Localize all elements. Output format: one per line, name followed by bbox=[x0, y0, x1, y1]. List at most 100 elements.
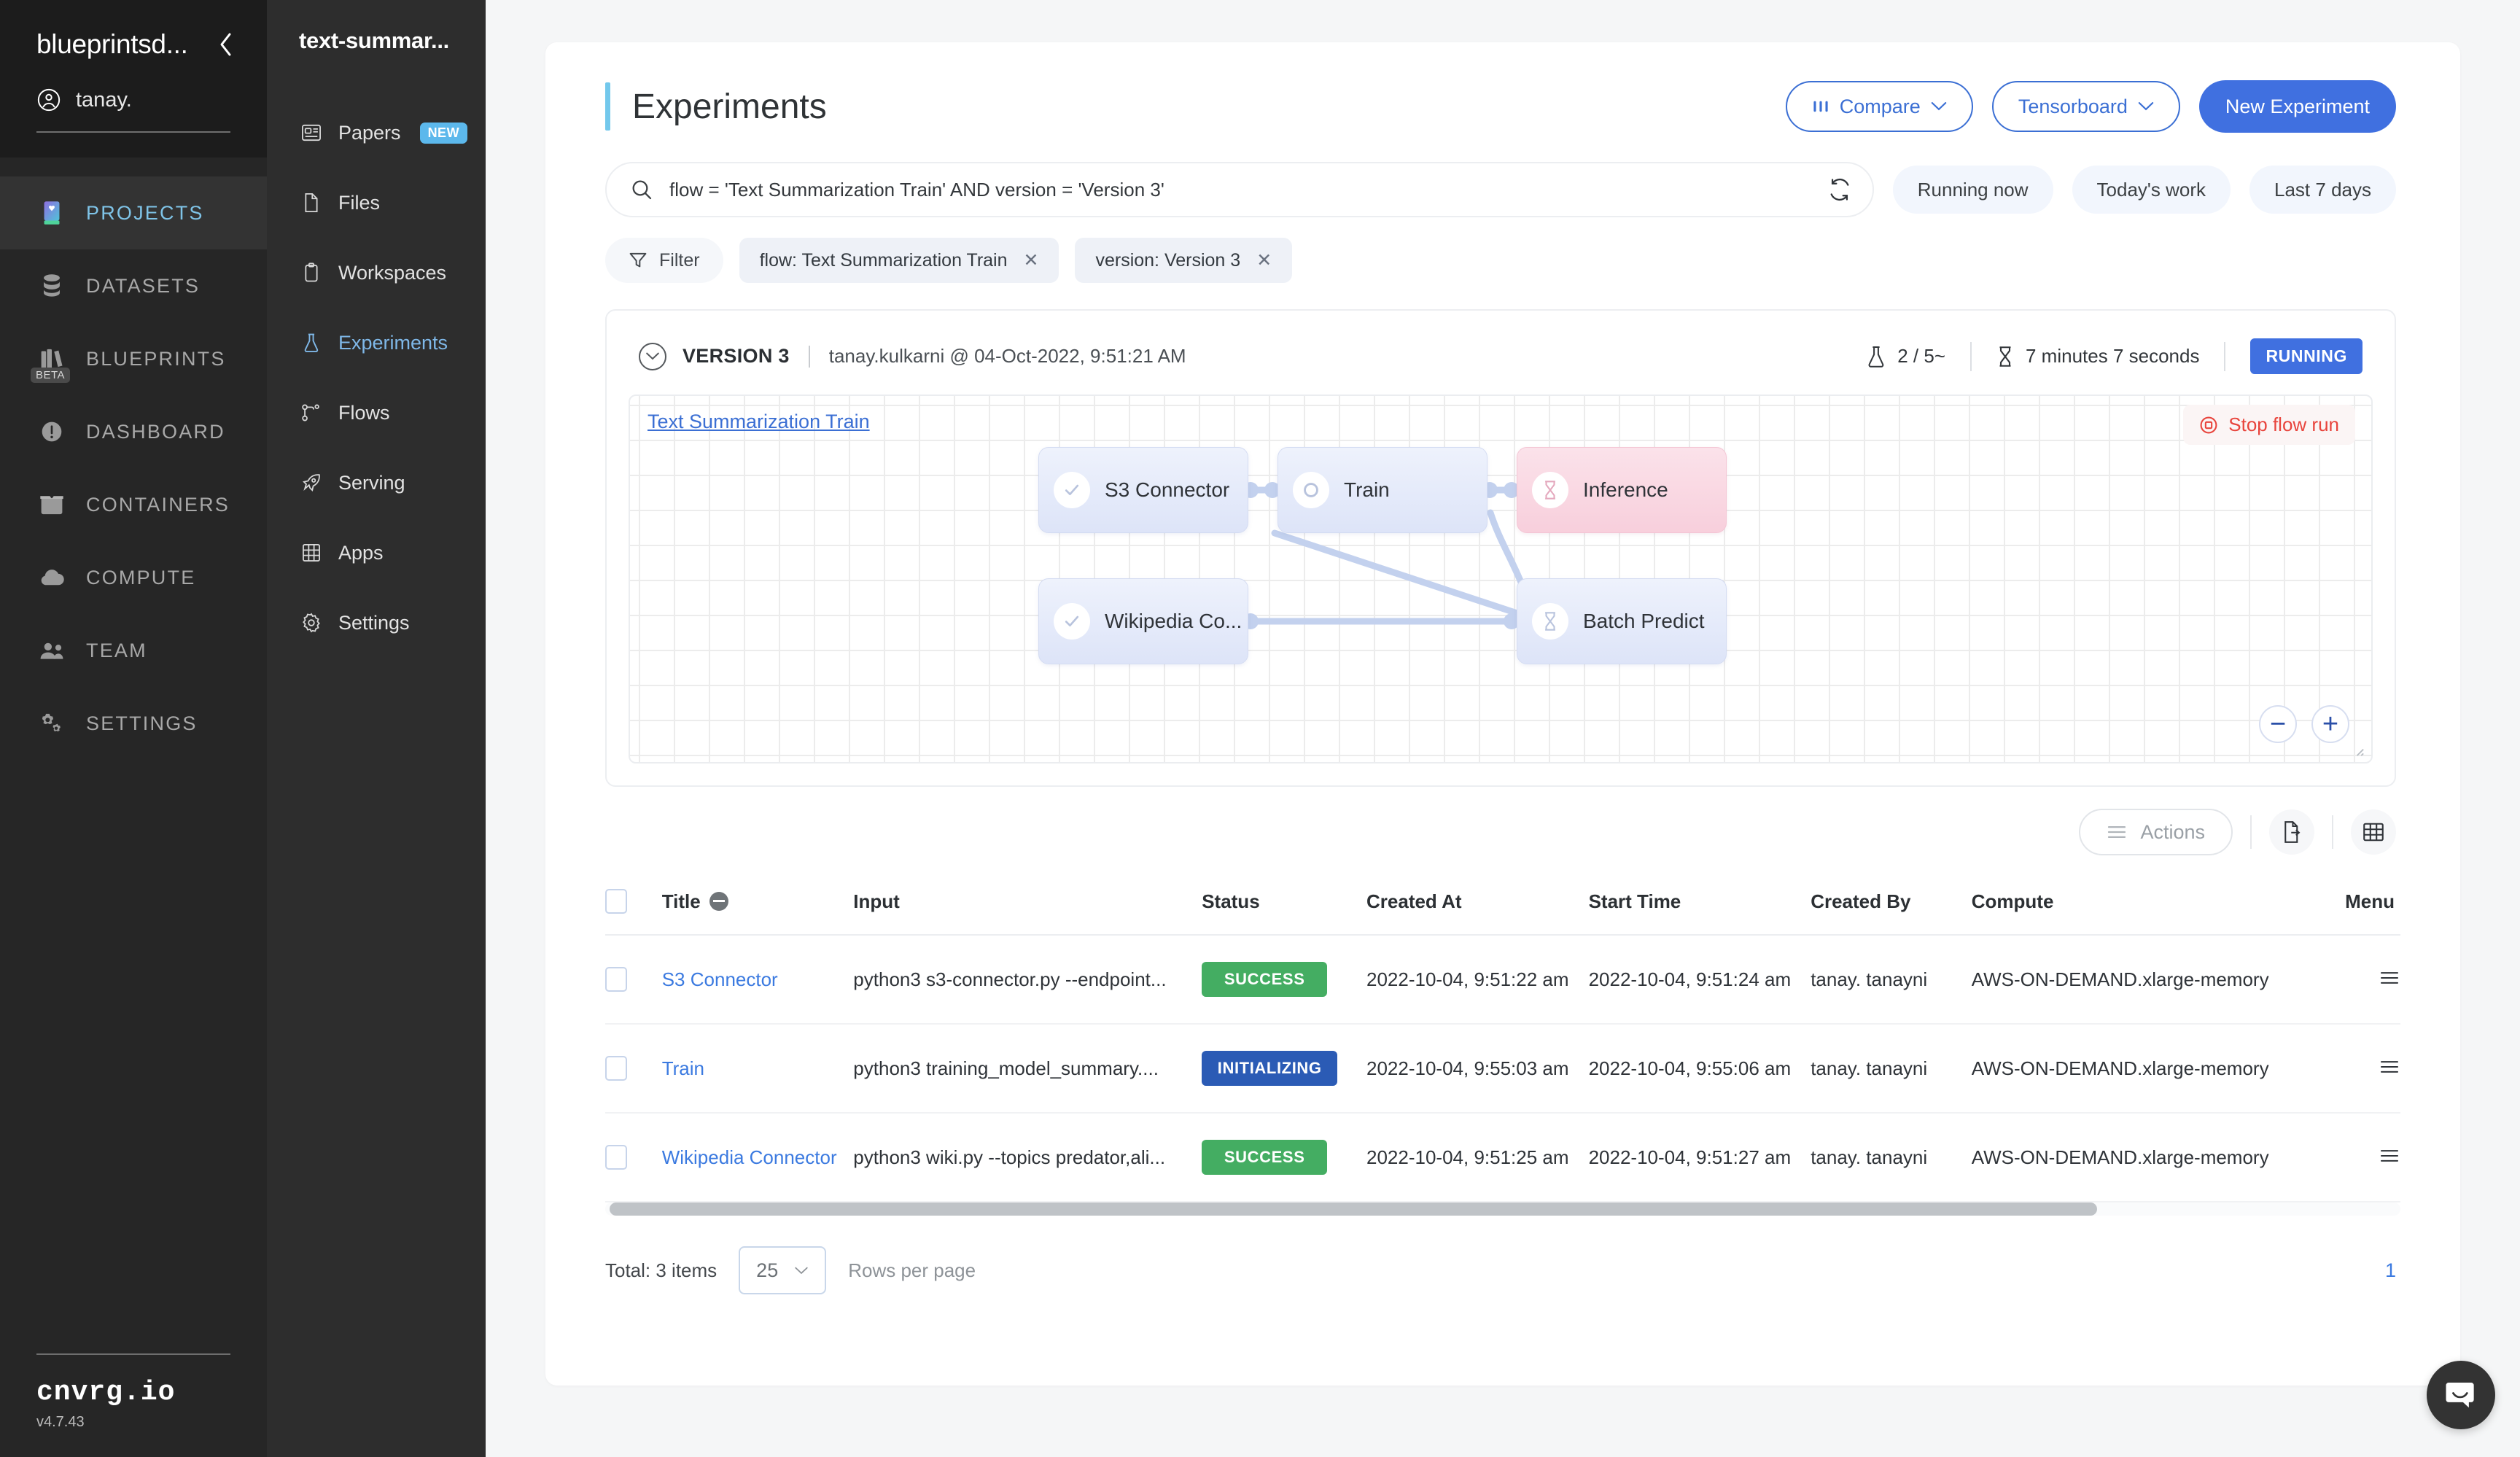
table-row[interactable]: Train python3 training_model_summary....… bbox=[605, 1024, 2400, 1114]
quick-filter-todays-work[interactable]: Today's work bbox=[2072, 166, 2231, 214]
sidebar-item-workspaces[interactable]: Workspaces bbox=[267, 238, 486, 308]
user-row[interactable]: tanay. bbox=[0, 60, 267, 112]
hourglass-icon bbox=[1532, 603, 1568, 640]
cell-created-by: tanay. tanayni bbox=[1811, 1113, 1972, 1202]
row-menu-icon[interactable] bbox=[2379, 1148, 2400, 1164]
sidebar-item-apps[interactable]: Apps bbox=[267, 518, 486, 588]
cell-title: S3 Connector bbox=[661, 935, 854, 1025]
flow-version-group: VERSION 3 tanay.kulkarni @ 04-Oct-2022, … bbox=[639, 342, 1186, 370]
tensorboard-button[interactable]: Tensorboard bbox=[1991, 81, 2180, 132]
chevron-left-icon[interactable] bbox=[217, 31, 233, 58]
status-badge: SUCCESS bbox=[1202, 1140, 1328, 1175]
sidebar-item-papers[interactable]: Papers NEW bbox=[267, 98, 486, 168]
resize-grip-icon[interactable] bbox=[2351, 743, 2365, 758]
row-checkbox[interactable] bbox=[605, 1056, 627, 1081]
close-icon[interactable]: ✕ bbox=[1256, 249, 1272, 271]
status-badge: RUNNING bbox=[2250, 338, 2362, 374]
gauge-icon bbox=[36, 416, 67, 447]
filter-tag-version[interactable]: version: Version 3 ✕ bbox=[1075, 238, 1293, 283]
cell-menu bbox=[2308, 1024, 2400, 1114]
column-header-created-by[interactable]: Created By bbox=[1811, 874, 1972, 936]
sidebar-item-files[interactable]: Files bbox=[267, 168, 486, 238]
sidebar-item-team[interactable]: TEAM bbox=[0, 614, 267, 687]
row-checkbox[interactable] bbox=[605, 967, 627, 992]
sort-icon[interactable] bbox=[709, 892, 728, 911]
column-header-status[interactable]: Status bbox=[1202, 874, 1366, 936]
stop-flow-run-button[interactable]: Stop flow run bbox=[2183, 405, 2355, 445]
select-all-checkbox[interactable] bbox=[605, 889, 627, 914]
people-icon bbox=[36, 635, 67, 666]
sidebar-item-blueprints[interactable]: BETA BLUEPRINTS bbox=[0, 322, 267, 395]
intercom-chat-button[interactable] bbox=[2427, 1361, 2495, 1429]
experiments-table: Title Input Status Created At Start Time… bbox=[605, 874, 2400, 1202]
flow-name-link[interactable]: Text Summarization Train bbox=[648, 411, 870, 433]
sidebar-item-serving[interactable]: Serving bbox=[267, 448, 486, 518]
table-horizontal-scrollbar[interactable] bbox=[605, 1202, 2400, 1216]
sidebar-item-datasets[interactable]: DATASETS bbox=[0, 249, 267, 322]
pagination-page-1[interactable]: 1 bbox=[2385, 1259, 2396, 1282]
funnel-icon bbox=[629, 251, 648, 270]
stop-icon bbox=[2199, 416, 2218, 435]
sidebar-item-dashboard[interactable]: DASHBOARD bbox=[0, 395, 267, 468]
close-icon[interactable]: ✕ bbox=[1024, 249, 1039, 271]
chevron-down-icon bbox=[794, 1266, 809, 1275]
filter-button[interactable]: Filter bbox=[605, 238, 723, 283]
actions-button[interactable]: Actions bbox=[2079, 809, 2233, 855]
primary-sidebar: blueprintsd... tanay. PROJECTS DATASETS … bbox=[0, 0, 267, 1457]
flow-node-label: Wikipedia Co... bbox=[1105, 610, 1242, 632]
flow-canvas[interactable]: Text Summarization Train Stop flow run S… bbox=[629, 395, 2373, 764]
row-menu-icon[interactable] bbox=[2379, 1059, 2400, 1075]
compare-button[interactable]: Compare bbox=[1785, 81, 1973, 132]
zoom-out-button[interactable]: − bbox=[2259, 705, 2297, 743]
experiment-link[interactable]: S3 Connector bbox=[662, 968, 778, 990]
cell-status: SUCCESS bbox=[1202, 1113, 1366, 1202]
export-file-icon[interactable] bbox=[2269, 809, 2314, 855]
table-grid-icon[interactable] bbox=[2351, 809, 2396, 855]
column-header-title[interactable]: Title bbox=[661, 874, 854, 936]
table-row[interactable]: S3 Connector python3 s3-connector.py --e… bbox=[605, 935, 2400, 1025]
actions-label: Actions bbox=[2140, 820, 2205, 843]
column-header-created-at[interactable]: Created At bbox=[1366, 874, 1589, 936]
sidebar-item-containers[interactable]: CONTAINERS bbox=[0, 468, 267, 541]
row-checkbox[interactable] bbox=[605, 1145, 627, 1170]
quick-filter-running-now[interactable]: Running now bbox=[1892, 166, 2053, 214]
search-input[interactable]: flow = 'Text Summarization Train' AND ve… bbox=[605, 162, 1874, 217]
sidebar-item-settings[interactable]: SETTINGS bbox=[0, 687, 267, 760]
row-menu-icon[interactable] bbox=[2379, 970, 2400, 986]
zoom-in-button[interactable]: + bbox=[2311, 705, 2349, 743]
sidebar-item-compute[interactable]: COMPUTE bbox=[0, 541, 267, 614]
flow-node-s3-connector[interactable]: S3 Connector bbox=[1038, 447, 1248, 533]
primary-nav-list: PROJECTS DATASETS BETA BLUEPRINTS DASHBO… bbox=[0, 158, 267, 760]
sidebar-item-projects[interactable]: PROJECTS bbox=[0, 176, 267, 249]
flow-node-batch-predict[interactable]: Batch Predict bbox=[1517, 578, 1727, 664]
sidebar-item-flows[interactable]: Flows bbox=[267, 378, 486, 448]
sidebar-item-label: CONTAINERS bbox=[86, 493, 230, 516]
experiment-link[interactable]: Train bbox=[662, 1057, 704, 1079]
org-switcher[interactable]: blueprintsd... bbox=[0, 29, 267, 60]
column-header-menu: Menu bbox=[2308, 874, 2400, 936]
new-experiment-button[interactable]: New Experiment bbox=[2198, 80, 2396, 133]
filter-tag-flow[interactable]: flow: Text Summarization Train ✕ bbox=[739, 238, 1059, 283]
flow-node-train[interactable]: Train bbox=[1278, 447, 1488, 533]
chevron-down-circle-icon[interactable] bbox=[639, 342, 666, 370]
status-badge: INITIALIZING bbox=[1202, 1051, 1338, 1086]
cell-input: python3 s3-connector.py --endpoint... bbox=[853, 935, 1202, 1025]
sidebar-item-experiments[interactable]: Experiments bbox=[267, 308, 486, 378]
duration-value: 7 minutes 7 seconds bbox=[2026, 345, 2200, 367]
sidebar-item-project-settings[interactable]: Settings bbox=[267, 588, 486, 658]
flow-node-wikipedia-connector[interactable]: Wikipedia Co... bbox=[1038, 578, 1248, 664]
flow-icon bbox=[299, 400, 324, 425]
column-header-input[interactable]: Input bbox=[853, 874, 1202, 936]
flow-node-inference[interactable]: Inference bbox=[1517, 447, 1727, 533]
scrollbar-thumb[interactable] bbox=[610, 1202, 2097, 1216]
column-header-start-time[interactable]: Start Time bbox=[1588, 874, 1811, 936]
column-header-compute[interactable]: Compute bbox=[1971, 874, 2309, 936]
rows-per-page-select[interactable]: 25 bbox=[739, 1246, 827, 1294]
experiment-link[interactable]: Wikipedia Connector bbox=[662, 1146, 837, 1168]
cell-created-at: 2022-10-04, 9:51:22 am bbox=[1366, 935, 1589, 1025]
table-row[interactable]: Wikipedia Connector python3 wiki.py --to… bbox=[605, 1113, 2400, 1202]
refresh-icon[interactable] bbox=[1827, 177, 1852, 202]
quick-filter-last-7-days[interactable]: Last 7 days bbox=[2249, 166, 2396, 214]
flow-node-label: Inference bbox=[1583, 478, 1668, 501]
cell-created-at: 2022-10-04, 9:55:03 am bbox=[1366, 1024, 1589, 1114]
